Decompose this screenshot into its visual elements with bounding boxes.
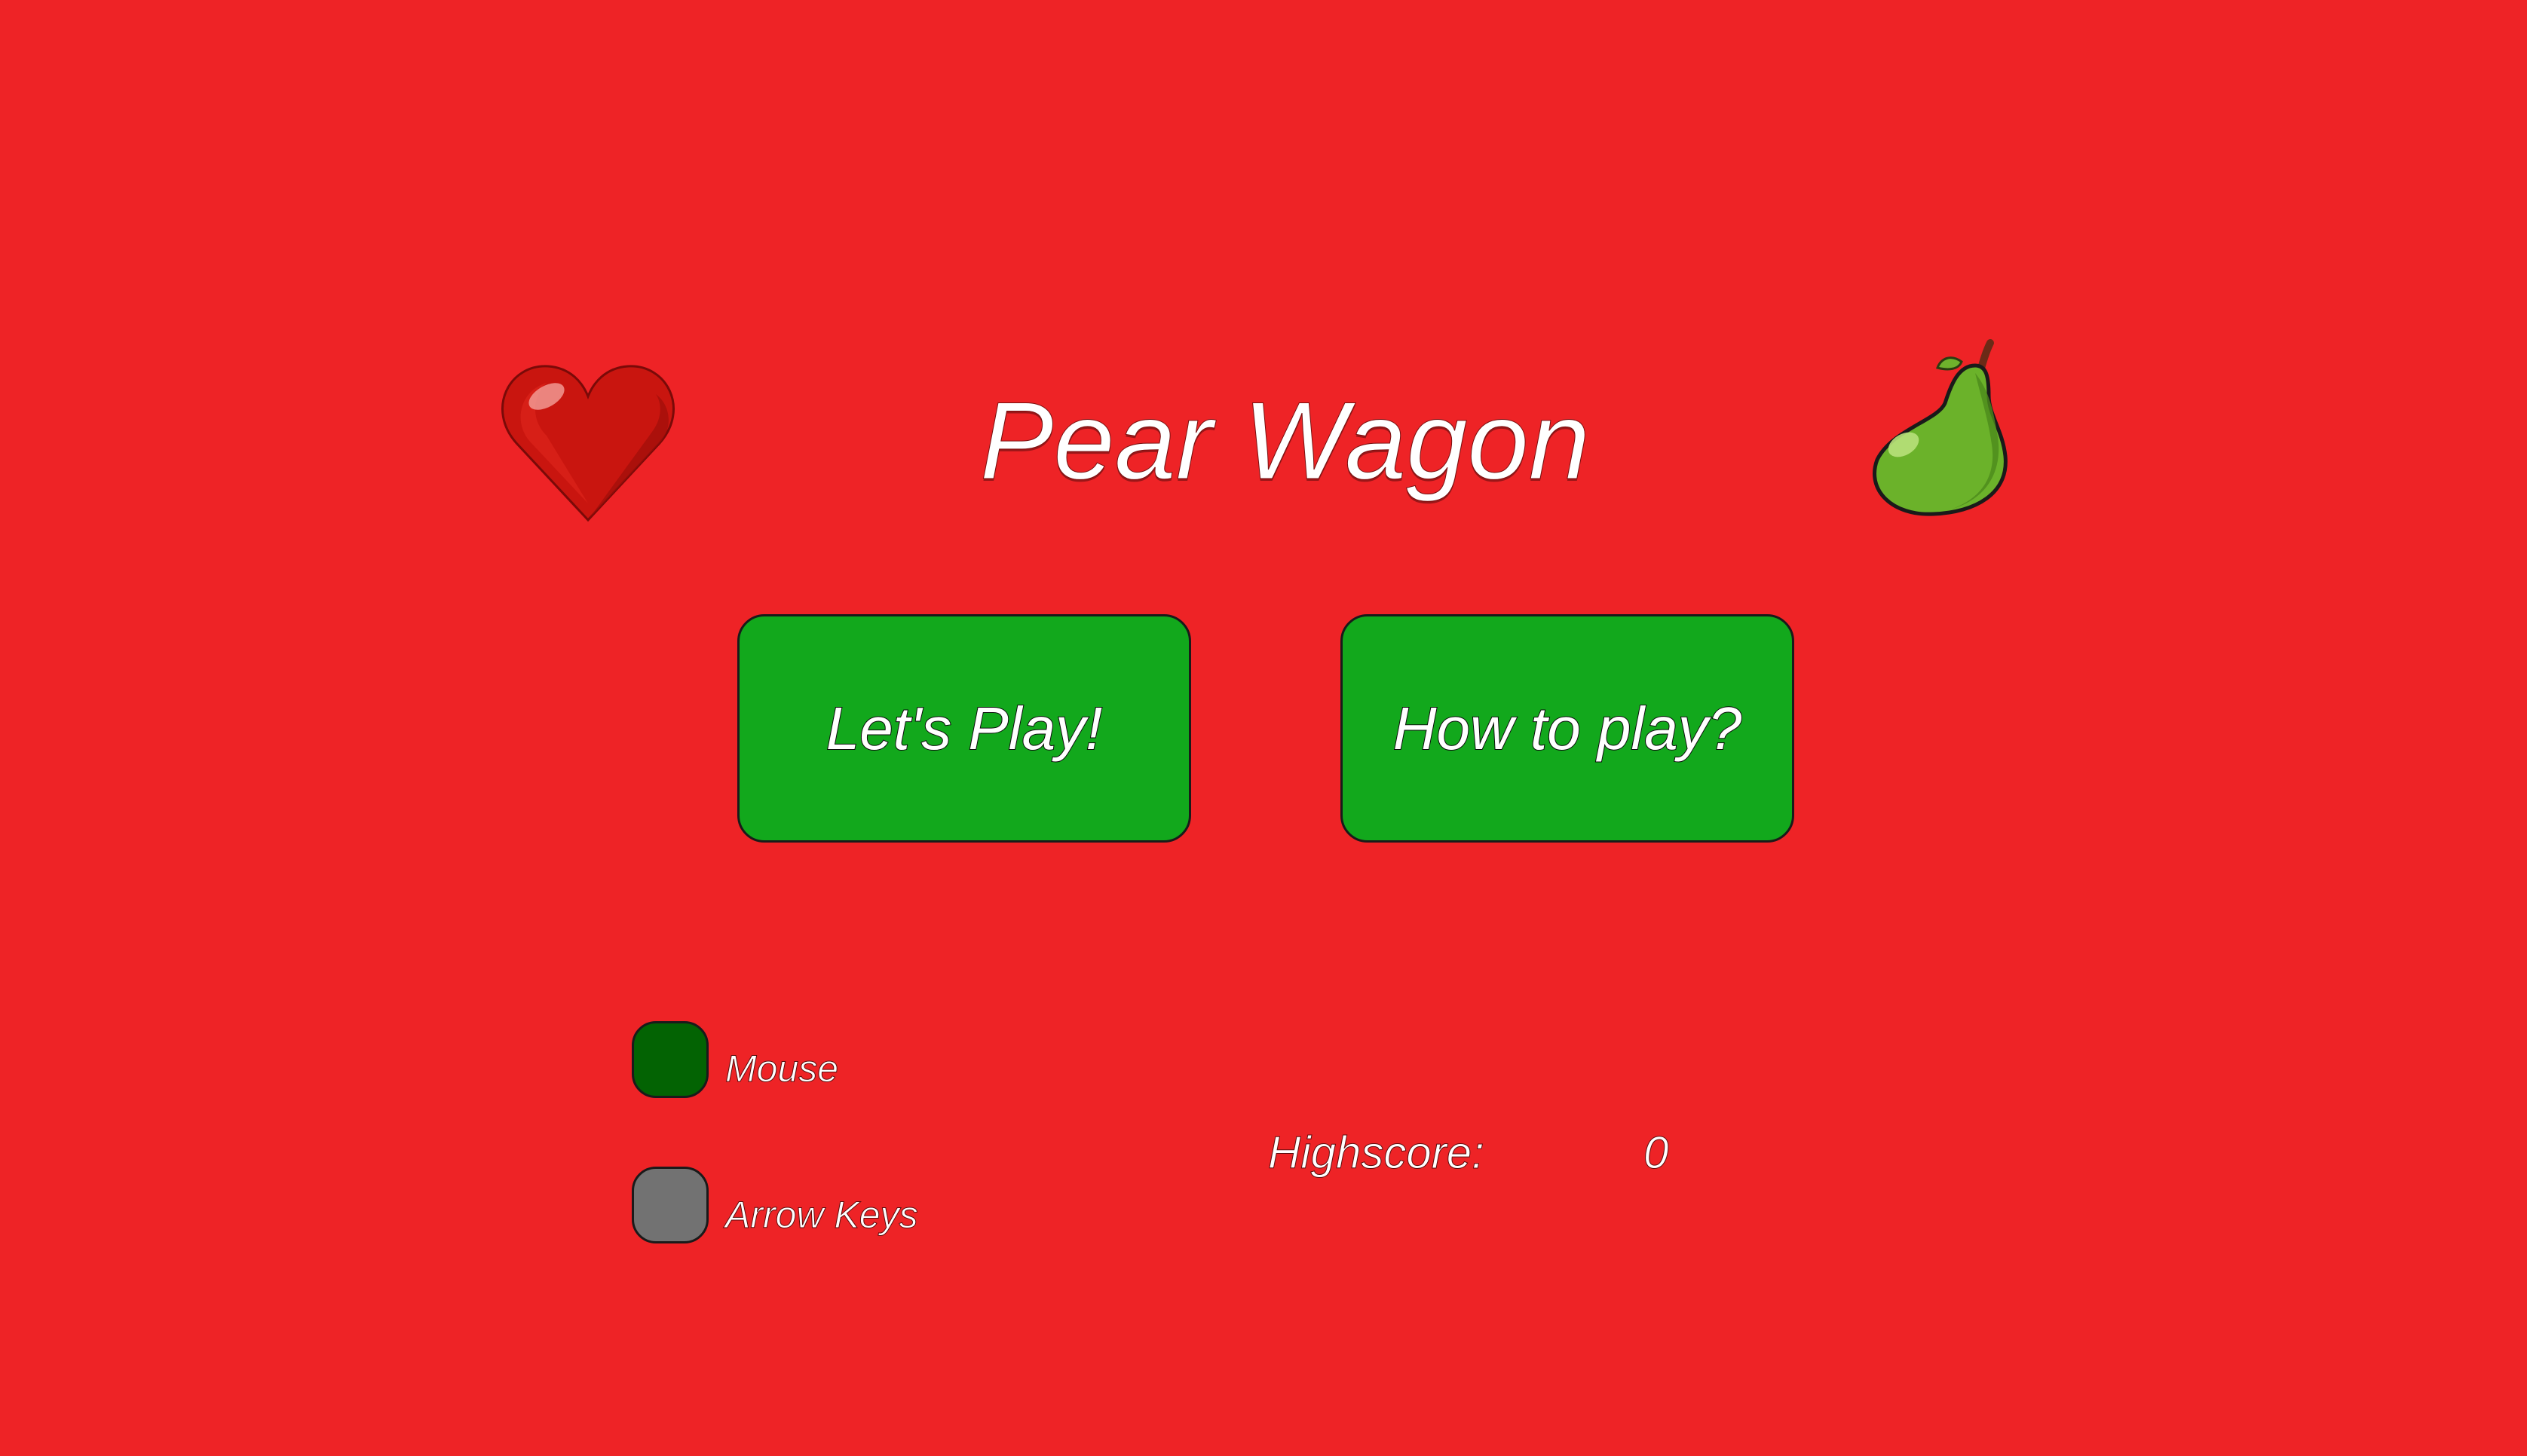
highscore-value: 0	[1643, 1127, 1669, 1179]
mouse-control-label: Mouse	[724, 1048, 839, 1090]
highscore-label: Highscore:	[1268, 1127, 1485, 1179]
mouse-control-toggle[interactable]	[632, 1021, 709, 1098]
pear-icon	[1873, 339, 2008, 516]
how-to-play-label: How to play?	[1392, 694, 1742, 762]
arrow-keys-control-label: Arrow Keys	[725, 1194, 919, 1237]
lets-play-label: Let's Play!	[825, 694, 1104, 762]
how-to-play-button[interactable]: How to play?	[1340, 614, 1794, 843]
arrow-keys-control-toggle[interactable]	[632, 1167, 709, 1243]
game-title: Pear Wagon	[980, 379, 1591, 503]
heart-icon	[501, 365, 675, 522]
lets-play-button[interactable]: Let's Play!	[737, 614, 1191, 843]
